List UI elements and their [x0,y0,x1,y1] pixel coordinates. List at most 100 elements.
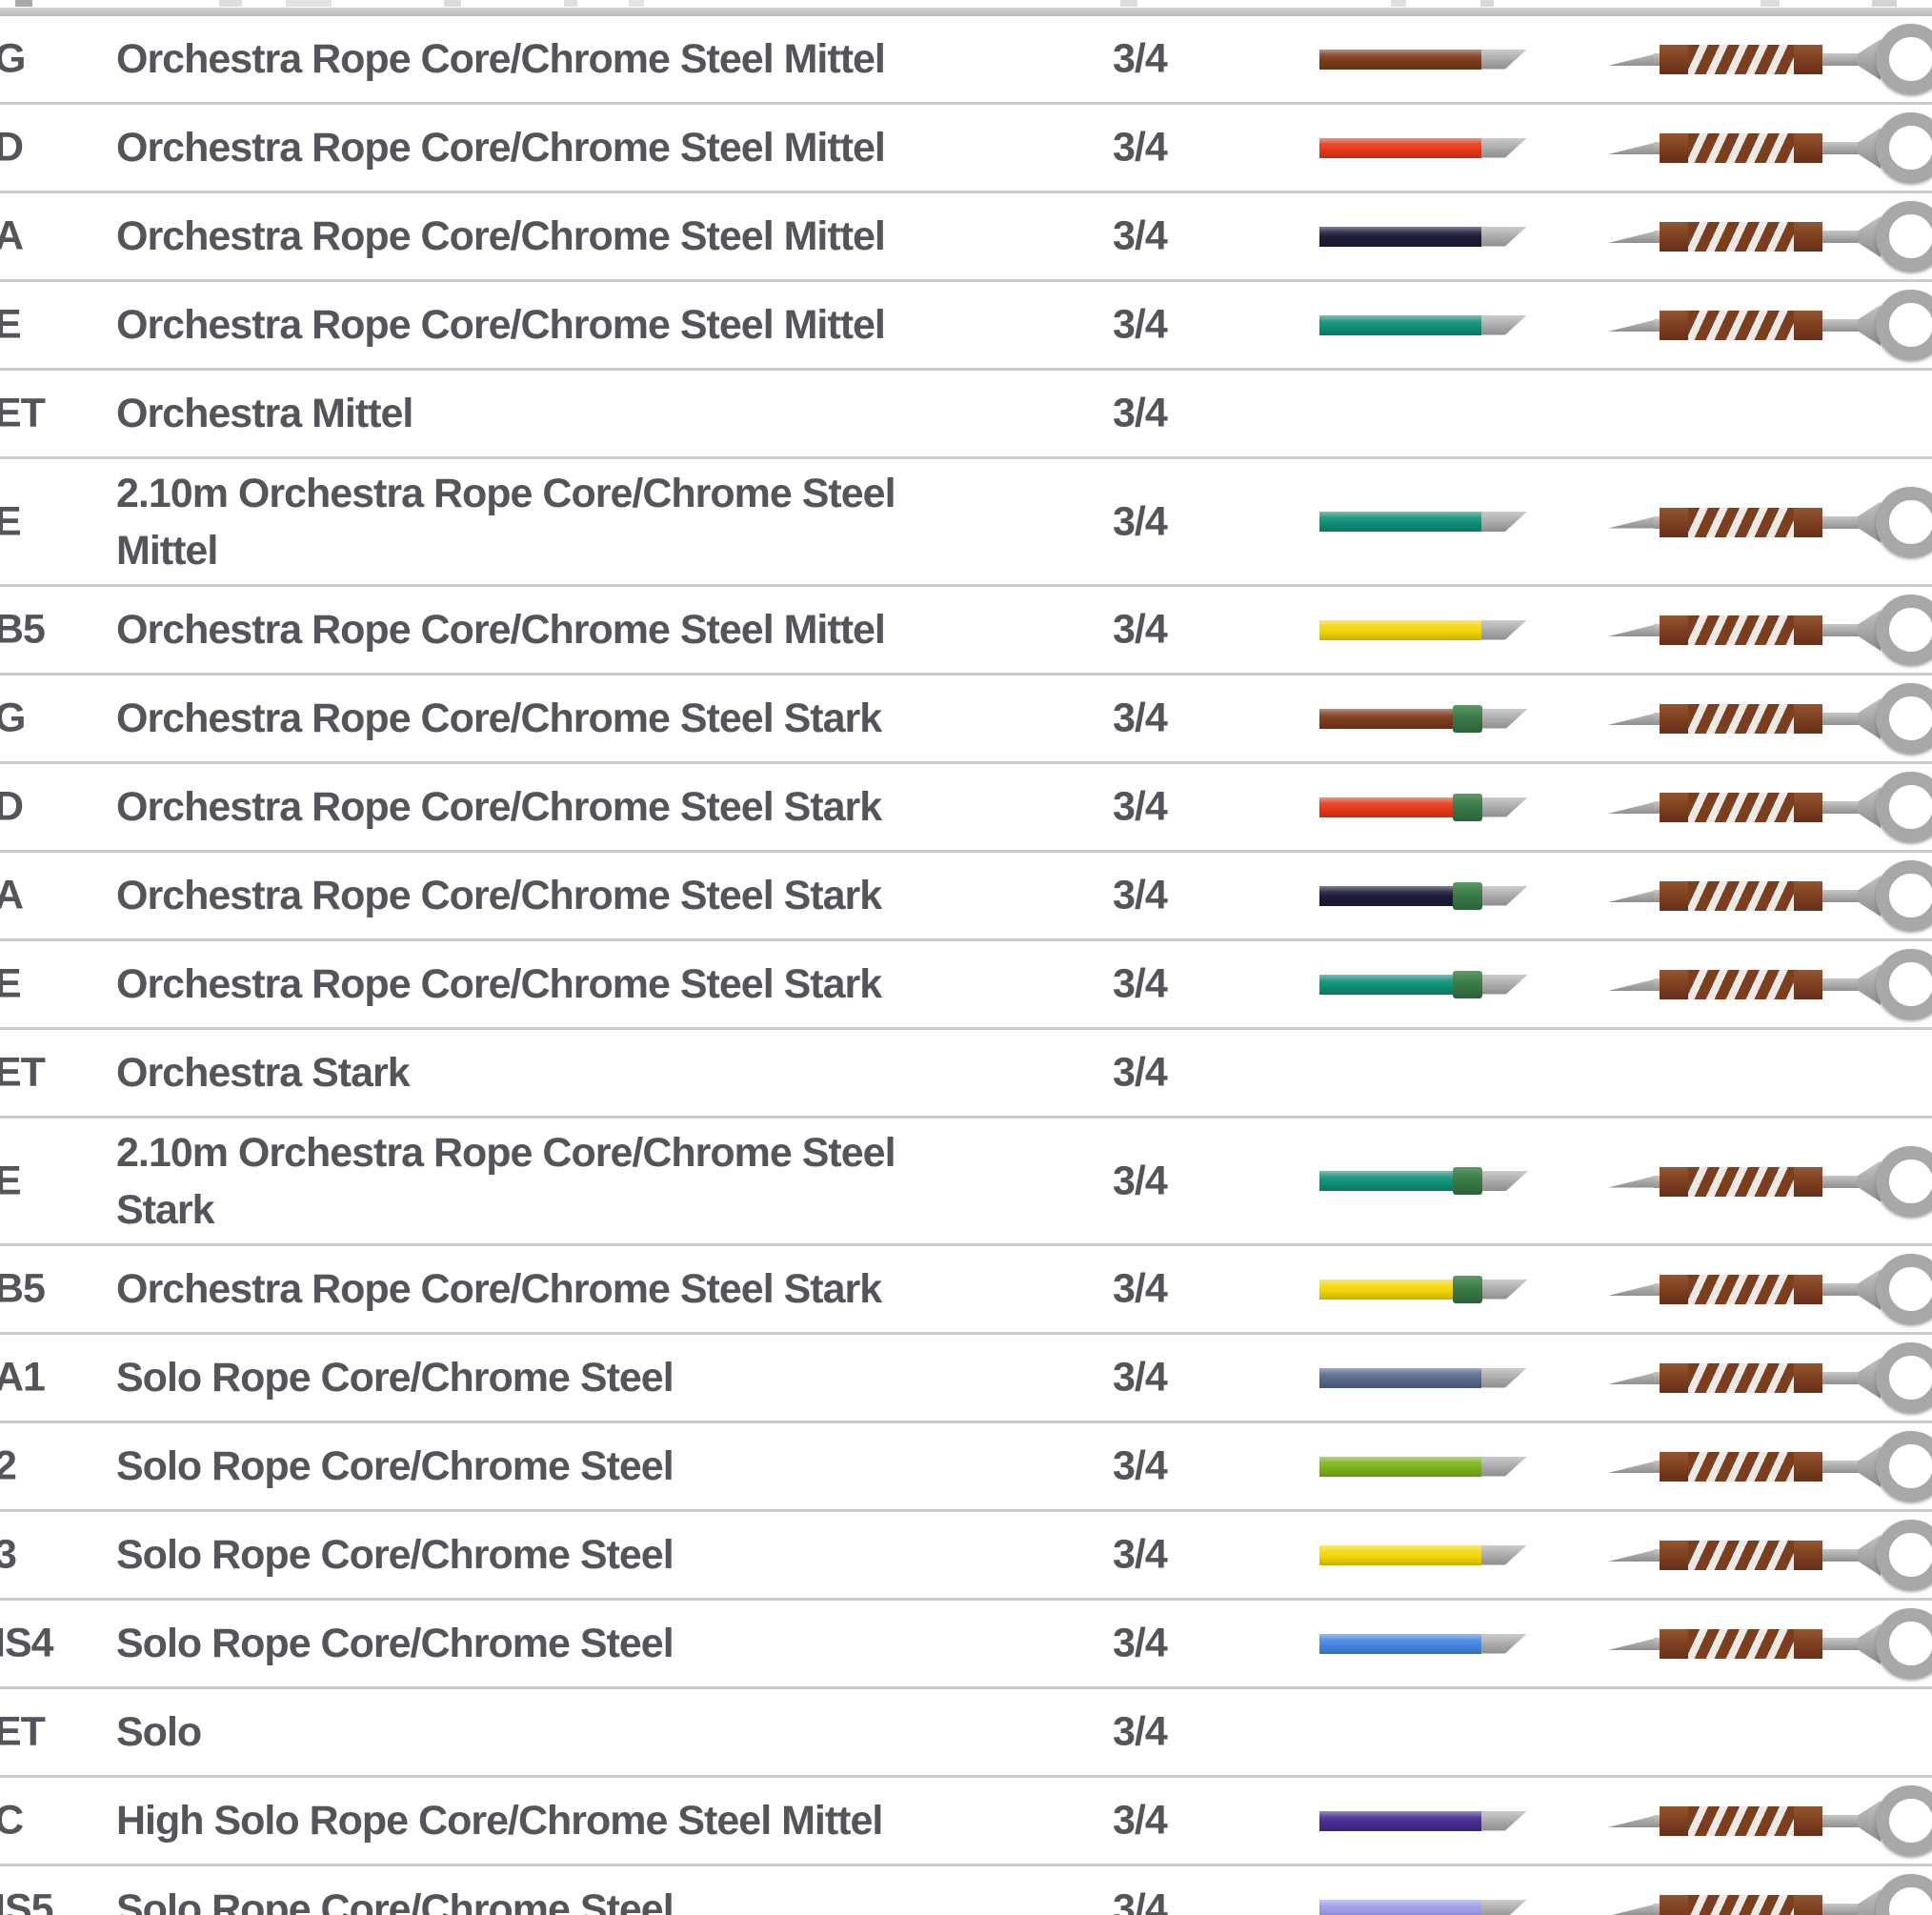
product-name: 2.10m Orchestra Rope Core/Chrome Steel M… [116,465,1050,579]
tail-taper-tip [1608,801,1658,814]
table-row[interactable]: B5 Orchestra Rope Core/Chrome Steel Star… [0,1246,1932,1335]
product-code-link[interactable]: G [0,695,25,742]
loop-end-ring [1876,1874,1932,1915]
product-name-line1: Orchestra Rope Core/Chrome Steel Stark [116,1260,1050,1318]
previous-row-remnant [1761,0,1780,7]
product-code-link[interactable]: A [0,213,23,260]
table-row[interactable]: A Orchestra Rope Core/Chrome Steel Mitte… [0,193,1932,282]
table-row[interactable]: IS4 Solo Rope Core/Chrome Steel 3/4 [0,1601,1932,1689]
table-row[interactable]: G Orchestra Rope Core/Chrome Steel Mitte… [0,16,1932,105]
product-name-line1: Solo Rope Core/Chrome Steel [116,1438,1050,1495]
table-row[interactable]: A1 Solo Rope Core/Chrome Steel 3/4 [0,1335,1932,1423]
product-code-link[interactable]: D [0,784,23,831]
string-table-body: G Orchestra Rope Core/Chrome Steel Mitte… [0,16,1932,1915]
product-code-link[interactable]: D [0,125,23,171]
previous-row-remnant [1872,0,1897,7]
string-taper-tip [1481,50,1527,70]
product-name: High Solo Rope Core/Chrome Steel Mittel [116,1792,1050,1849]
previous-row-remnant [219,0,242,7]
product-code-link[interactable]: E [0,302,21,349]
table-row[interactable]: ET Orchestra Mittel 3/4 [0,371,1932,459]
string-tail-icon [1608,1251,1932,1327]
winding-block [1794,1363,1822,1393]
table-row[interactable]: B5 Orchestra Rope Core/Chrome Steel Mitt… [0,587,1932,675]
table-row[interactable]: ET Solo 3/4 [0,1689,1932,1778]
string-color-bar [1319,512,1481,532]
product-code-link[interactable]: C [0,1798,23,1844]
string-top-icon [1319,1541,1539,1569]
product-code-link[interactable]: E [0,1158,21,1204]
winding-stripes [1688,1452,1794,1482]
table-row[interactable]: D Orchestra Rope Core/Chrome Steel Stark… [0,764,1932,853]
product-code-link[interactable]: A [0,873,23,919]
string-taper-tip [1481,138,1527,158]
table-row[interactable]: D Orchestra Rope Core/Chrome Steel Mitte… [0,105,1932,193]
loop-end-ring [1876,24,1932,94]
winding-stripes [1688,133,1794,163]
product-code-link[interactable]: 3 [0,1532,16,1579]
string-top-icon [1319,1452,1539,1481]
loop-end-ring [1876,1520,1932,1590]
table-row[interactable]: 2 Solo Rope Core/Chrome Steel 3/4 [0,1423,1932,1512]
size-value: 3/4 [1113,36,1218,83]
product-name-line1: Orchestra Rope Core/Chrome Steel Mittel [116,208,1050,265]
silk-winding [1660,1363,1822,1393]
product-code-link[interactable]: IS5 [0,1886,53,1915]
product-code-link[interactable]: A1 [0,1355,45,1401]
tail-taper-tip [1608,1904,1658,1915]
product-code-link[interactable]: ET [0,391,45,437]
product-code-link[interactable]: ET [0,1709,45,1756]
winding-block [1794,1275,1822,1304]
product-name: Orchestra Rope Core/Chrome Steel Stark [116,690,1050,747]
product-code-link[interactable]: G [0,36,25,83]
table-row[interactable]: E 2.10m Orchestra Rope Core/Chrome Steel… [0,1119,1932,1246]
winding-stripes [1688,1895,1794,1915]
table-row[interactable]: G Orchestra Rope Core/Chrome Steel Stark… [0,675,1932,764]
string-tail-icon [1608,1783,1932,1859]
table-row[interactable]: 3 Solo Rope Core/Chrome Steel 3/4 [0,1512,1932,1601]
table-row[interactable]: ET Orchestra Stark 3/4 [0,1030,1932,1119]
winding-stripes [1688,45,1794,74]
table-row[interactable]: E Orchestra Rope Core/Chrome Steel Stark… [0,941,1932,1030]
product-name: Solo Rope Core/Chrome Steel [116,1615,1050,1672]
table-row[interactable]: E 2.10m Orchestra Rope Core/Chrome Steel… [0,459,1932,587]
product-name: Orchestra Rope Core/Chrome Steel Stark [116,1260,1050,1318]
winding-block [1660,1806,1688,1836]
string-color-bar [1319,227,1481,247]
size-value: 3/4 [1113,1266,1218,1313]
size-value: 3/4 [1113,873,1218,919]
winding-stripes [1688,615,1794,645]
string-taper-tip [1481,1811,1527,1831]
string-color-bar [1319,1280,1453,1300]
string-taper-tip [1481,227,1527,247]
product-code-link[interactable]: ET [0,1050,45,1097]
silk-winding [1660,881,1822,911]
tail-taper-tip [1608,319,1658,332]
silk-winding [1660,222,1822,252]
string-tail-icon [1608,680,1932,756]
product-name: Orchestra Rope Core/Chrome Steel Mittel [116,601,1050,658]
table-row[interactable]: A Orchestra Rope Core/Chrome Steel Stark… [0,853,1932,941]
product-code-link[interactable]: E [0,961,21,1008]
table-row[interactable]: C High Solo Rope Core/Chrome Steel Mitte… [0,1778,1932,1866]
product-code-link[interactable]: B5 [0,1266,45,1313]
product-code-link[interactable]: 2 [0,1443,16,1490]
size-value: 3/4 [1113,1798,1218,1844]
product-name-line1: Orchestra Rope Core/Chrome Steel Mittel [116,601,1050,658]
product-code-link[interactable]: B5 [0,607,45,654]
winding-stripes [1688,1541,1794,1570]
product-code-link[interactable]: IS4 [0,1621,53,1667]
string-tail-icon [1608,1143,1932,1220]
product-name-line2: Mittel [116,522,1050,579]
winding-block [1660,793,1688,822]
product-code-link[interactable]: E [0,498,21,545]
string-top-icon [1319,881,1539,910]
table-row[interactable]: E Orchestra Rope Core/Chrome Steel Mitte… [0,282,1932,371]
table-row[interactable]: IS5 Solo Rope Core/Chrome Steel 3/4 [0,1866,1932,1915]
winding-block [1794,45,1822,74]
size-value: 3/4 [1113,1886,1218,1915]
size-value: 3/4 [1113,1355,1218,1401]
tail-taper-tip [1608,53,1658,66]
size-value: 3/4 [1113,1443,1218,1490]
string-top-icon [1319,45,1539,73]
